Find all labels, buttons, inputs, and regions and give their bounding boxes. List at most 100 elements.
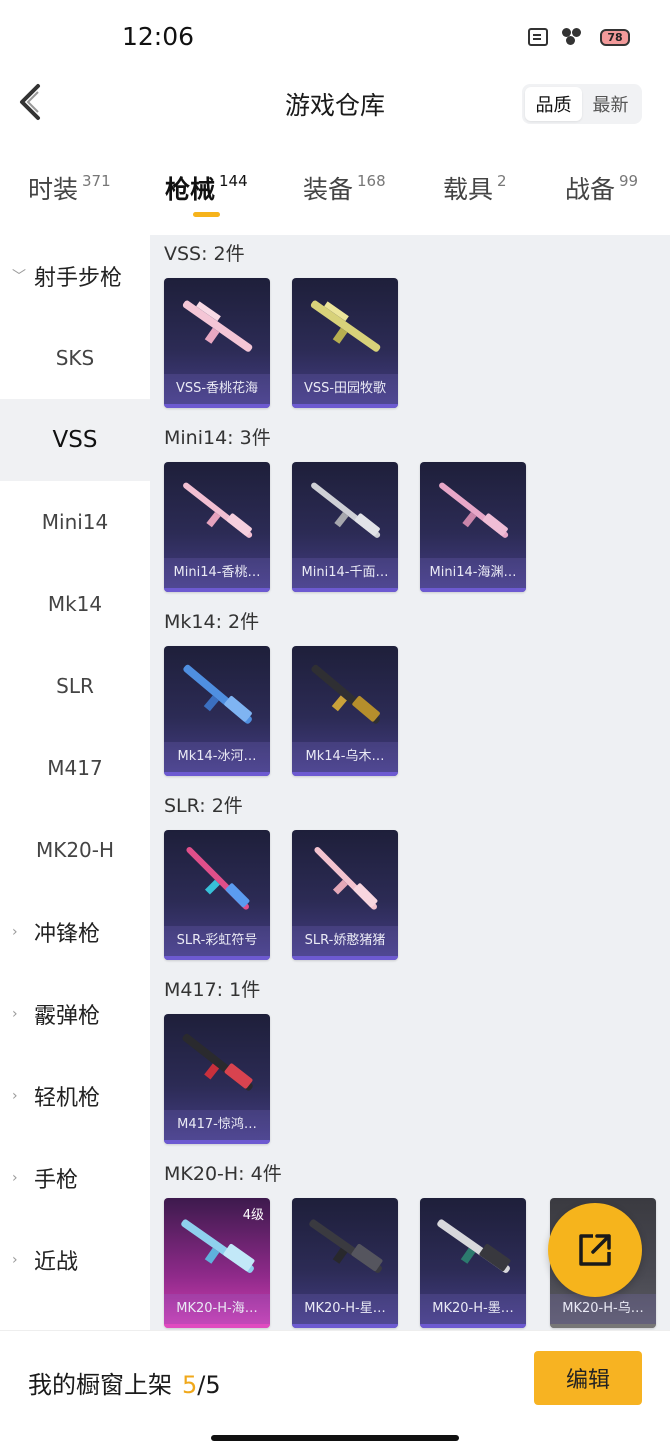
skin-card[interactable]: SLR-娇憨猪猪 — [292, 830, 398, 960]
sidebar-group-label: 轻机枪 — [34, 1086, 101, 1111]
battery-icon: 78 — [600, 28, 630, 46]
skin-card[interactable]: Mini14-千面… — [292, 462, 398, 592]
skin-card[interactable]: VSS-香桃花海 — [164, 278, 270, 408]
rifle-skin-image — [182, 300, 253, 352]
sidebar-item-mk14[interactable]: Mk14 — [0, 563, 150, 645]
skin-name: MK20-H-乌… — [550, 1294, 656, 1324]
rifle-skin-image — [437, 1219, 511, 1273]
edit-button[interactable]: 编辑 — [534, 1351, 642, 1405]
rarity-bar — [164, 588, 270, 592]
home-indicator — [211, 1435, 459, 1441]
group-title-vss: VSS: 2件 — [164, 243, 245, 265]
group-title-mk20h: MK20-H: 4件 — [164, 1163, 282, 1185]
bottom-bar: 我的橱窗上架 5 / 5 编辑 — [0, 1330, 670, 1452]
group-title-mini14: Mini14: 3件 — [164, 427, 271, 449]
sidebar-item-vss[interactable]: VSS — [0, 399, 150, 481]
rarity-bar — [292, 404, 398, 408]
tab-count: 168 — [357, 172, 386, 190]
tab-equipment[interactable]: 装备 168 — [303, 170, 386, 206]
sidebar-group-label: 近战 — [34, 1250, 79, 1275]
status-icons: 78 — [528, 28, 630, 46]
rarity-bar — [164, 772, 270, 776]
rarity-bar — [420, 588, 526, 592]
skin-card[interactable]: Mini14-海渊… — [420, 462, 526, 592]
sim-icon — [528, 28, 548, 46]
rifle-skin-image — [182, 1033, 253, 1091]
sidebar-group-label: 射手步枪 — [34, 266, 123, 291]
tab-label: 枪械 — [165, 175, 216, 204]
skin-name: MK20-H-星… — [292, 1294, 398, 1324]
tab-guns[interactable]: 枪械 144 — [165, 170, 248, 206]
skin-card[interactable]: VSS-田园牧歌 — [292, 278, 398, 408]
wifi-icon — [562, 28, 586, 46]
showcase-label: 我的橱窗上架 — [28, 1371, 172, 1399]
skin-card[interactable]: MK20-H-星… — [292, 1198, 398, 1328]
sort-latest-button[interactable]: 最新 — [582, 87, 639, 121]
weapon-grid: VSS: 2件 VSS-香桃花海 VSS-田园牧歌 Mini14: 3件 Min… — [150, 235, 670, 1330]
skin-card[interactable]: 4级 MK20-H-海… — [164, 1198, 270, 1328]
tab-label: 载具 — [443, 175, 494, 204]
skin-card[interactable]: MK20-H-墨… — [420, 1198, 526, 1328]
skin-name: SLR-彩虹符号 — [164, 926, 270, 956]
rifle-skin-image — [183, 482, 253, 538]
sidebar-item-sks[interactable]: SKS — [0, 317, 150, 399]
sidebar-item-mk20h[interactable]: MK20-H — [0, 809, 150, 891]
sidebar-item-slr[interactable]: SLR — [0, 645, 150, 727]
sidebar-group-lmg[interactable]: › 轻机枪 — [0, 1055, 150, 1137]
rifle-skin-image — [310, 300, 381, 352]
tab-fashion[interactable]: 时装 371 — [28, 170, 111, 206]
tab-count: 144 — [219, 172, 248, 190]
tab-label: 战备 — [565, 175, 616, 204]
skin-card[interactable]: M417-惊鸿… — [164, 1014, 270, 1144]
tab-label: 时装 — [28, 175, 79, 204]
group-title-mk14: Mk14: 2件 — [164, 611, 260, 633]
chevron-right-icon: › — [12, 1088, 18, 1104]
sidebar-group-shotgun[interactable]: › 霰弹枪 — [0, 973, 150, 1055]
rarity-bar — [164, 1140, 270, 1144]
chevron-down-icon: ﹀ — [12, 269, 26, 285]
rifle-skin-image — [309, 1219, 383, 1273]
rifle-skin-image — [311, 482, 381, 538]
sidebar-group-melee[interactable]: › 近战 — [0, 1219, 150, 1301]
rifle-skin-image — [314, 847, 378, 910]
rifle-skin-image — [183, 664, 252, 724]
share-button[interactable] — [548, 1203, 642, 1297]
status-time: 12:06 — [122, 22, 195, 51]
chevron-right-icon: › — [12, 1252, 18, 1268]
rarity-bar — [164, 956, 270, 960]
chevron-right-icon: › — [12, 1170, 18, 1186]
group-title-slr: SLR: 2件 — [164, 795, 243, 817]
sidebar-group-marksman[interactable]: ﹀ 射手步枪 — [0, 235, 150, 317]
sidebar-item-m417[interactable]: M417 — [0, 727, 150, 809]
skin-name: VSS-香桃花海 — [164, 374, 270, 404]
rifle-skin-image — [439, 482, 509, 538]
share-export-icon — [579, 1234, 611, 1266]
rarity-bar — [292, 1324, 398, 1328]
tab-count: 99 — [619, 172, 639, 190]
rarity-bar — [164, 1324, 270, 1328]
rarity-bar — [292, 588, 398, 592]
tab-battle-supplies[interactable]: 战备 99 — [565, 170, 638, 206]
showcase-separator: / — [197, 1371, 206, 1399]
skin-card[interactable]: Mk14-冰河… — [164, 646, 270, 776]
sidebar-group-smg[interactable]: › 冲锋枪 — [0, 891, 150, 973]
skin-card[interactable]: SLR-彩虹符号 — [164, 830, 270, 960]
skin-card[interactable]: Mini14-香桃… — [164, 462, 270, 592]
sidebar-group-pistol[interactable]: › 手枪 — [0, 1137, 150, 1219]
rarity-bar — [550, 1324, 656, 1328]
skin-name: MK20-H-墨… — [420, 1294, 526, 1324]
sidebar-group-label: 手枪 — [34, 1168, 79, 1193]
sidebar-item-mini14[interactable]: Mini14 — [0, 481, 150, 563]
skin-name: Mini14-海渊… — [420, 558, 526, 588]
level-badge: 4级 — [242, 1208, 264, 1223]
sidebar-group-label: 冲锋枪 — [34, 922, 101, 947]
skin-card[interactable]: Mk14-乌木… — [292, 646, 398, 776]
skin-name: Mk14-乌木… — [292, 742, 398, 772]
tab-vehicles[interactable]: 载具 2 — [443, 170, 507, 206]
showcase-used-count: 5 — [182, 1371, 198, 1399]
tab-label: 装备 — [303, 175, 354, 204]
chevron-right-icon: › — [12, 1006, 18, 1022]
rifle-skin-image — [186, 847, 250, 910]
sidebar-group-label: 霰弹枪 — [34, 1004, 101, 1029]
sort-quality-button[interactable]: 品质 — [525, 87, 582, 121]
